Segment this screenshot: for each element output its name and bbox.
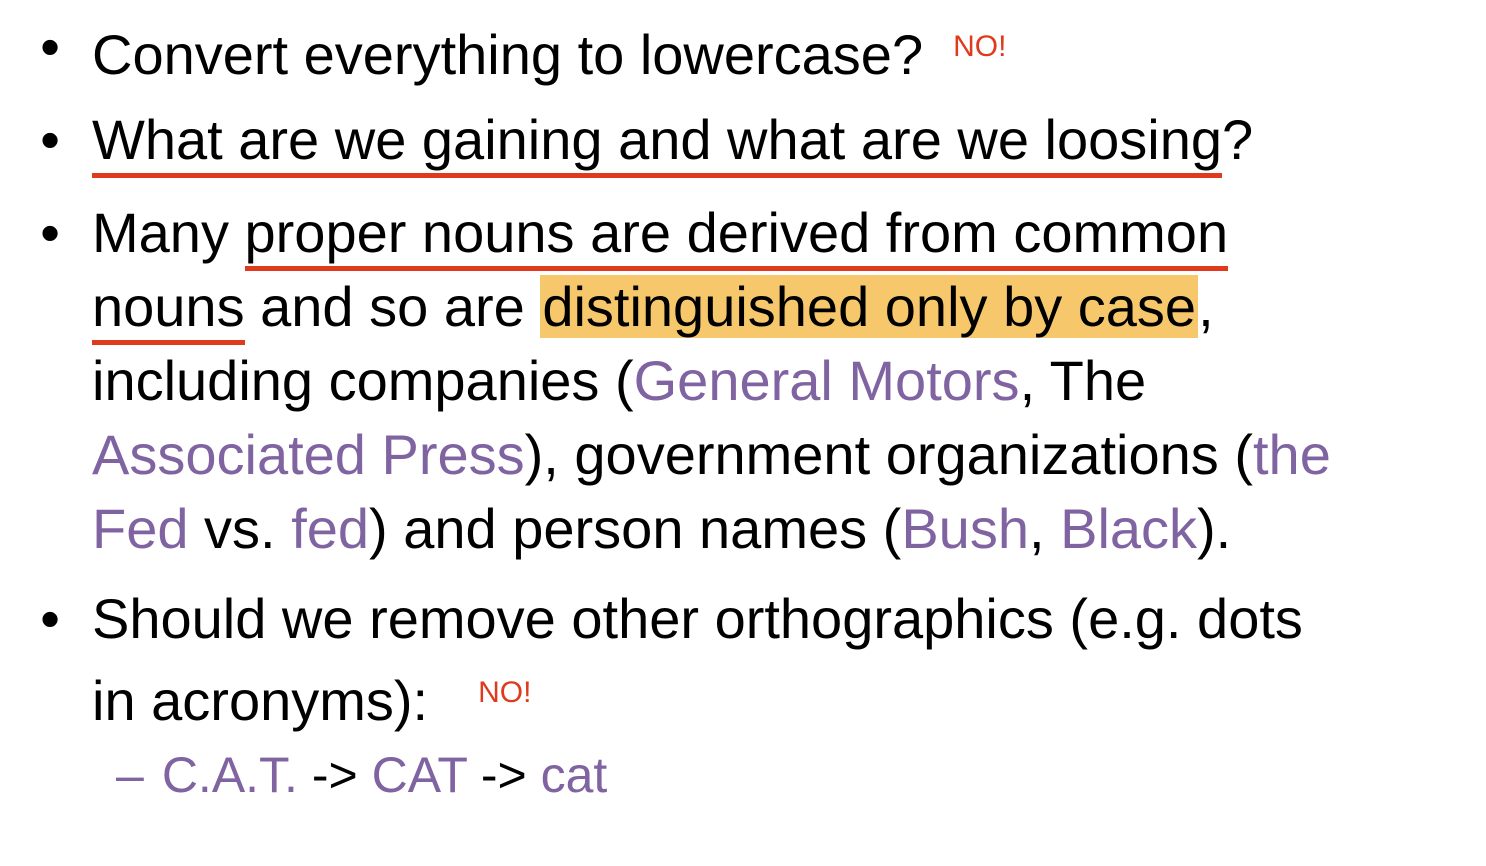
text-run: in acronyms): [92,669,429,732]
bullet-line-1: Many proper nouns are derived from commo… [92,196,1472,271]
text-run: ). [1197,497,1232,560]
question-mark: ? [1222,108,1254,171]
arrow: -> [466,747,541,803]
bullet-line-5: Fed vs. fed) and person names (Bush, Bla… [92,492,1472,566]
bullet-marker: • [40,201,60,264]
example-fed-upper: Fed [92,497,189,560]
bullet-line-3: including companies (General Motors, The [92,344,1472,418]
text-run: including companies ( [92,349,634,412]
example-cat-dotted: C.A.T. [161,747,298,803]
underlined-phrase: proper nouns are derived from common [244,201,1229,271]
text-run: , The [1019,349,1147,412]
slide: • Convert everything to lowercase? NO! • … [0,0,1486,866]
text-run: , [1198,275,1214,338]
text-run: ), government organizations ( [524,423,1253,486]
bullet-marker: • [40,587,60,650]
example-cat-upper: CAT [371,747,467,803]
bullet-line-4: Associated Press), government organizati… [92,418,1472,492]
bullet-line: What are we gaining and what are we loos… [92,103,1472,178]
text-run: vs. [188,497,292,560]
sub-bullet-marker: – [116,747,144,803]
bullet-text: Convert everything to lowercase? [92,23,924,86]
bullet-marker: • [40,15,60,78]
text-run: Many [92,201,245,264]
no-annotation: NO! [953,30,1007,63]
arrow: -> [297,747,372,803]
underlined-word: nouns [92,275,245,345]
example-cat-lower: cat [540,747,608,803]
text-run: Should we remove other orthographics (e.… [92,587,1303,650]
example-general-motors: General Motors [633,349,1020,412]
example-the: the [1253,423,1331,486]
text-run: ) and person names ( [369,497,902,560]
example-bush: Bush [901,497,1029,560]
example-black: Black [1060,497,1198,560]
bullet-marker: • [40,108,60,171]
text-run: , [1028,497,1061,560]
example-fed-lower: fed [291,497,370,560]
bullet-line: Convert everything to lowercase? NO! [92,10,1472,92]
bullet-line-2: nouns and so are distinguished only by c… [92,270,1472,345]
highlighted-phrase: distinguished only by case [540,275,1199,338]
no-annotation: NO! [478,676,532,709]
sub-bullet-acronym-example: – C.A.T. -> CAT -> cat [116,738,607,812]
underlined-question: What are we gaining and what are we loos… [92,108,1223,178]
example-associated-press: Associated Press [92,423,525,486]
bullet-line-1: Should we remove other orthographics (e.… [92,582,1472,656]
text-run: and so are [244,275,541,338]
bullet-line-2: in acronyms): NO! [92,656,1472,738]
